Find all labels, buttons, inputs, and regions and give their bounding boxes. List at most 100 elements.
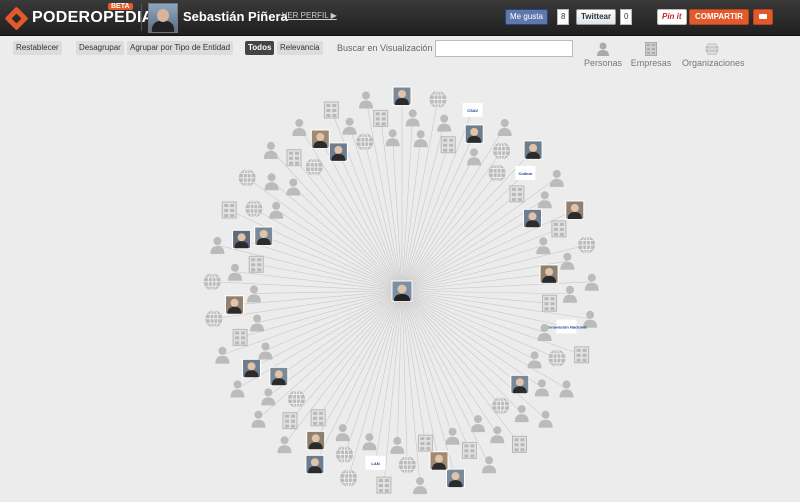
poderopedia-logo[interactable]: PODEROPEDIA BETA xyxy=(4,3,154,31)
network-node-person[interactable] xyxy=(537,191,552,209)
network-node-globe[interactable] xyxy=(488,164,506,182)
network-node-person[interactable] xyxy=(490,426,505,444)
network-node-person[interactable] xyxy=(335,424,350,442)
network-node-person[interactable] xyxy=(264,173,279,191)
network-node-person[interactable] xyxy=(534,379,549,397)
network-node-globe[interactable] xyxy=(492,396,510,415)
network-node-photo[interactable] xyxy=(269,366,289,386)
network-node-building[interactable] xyxy=(542,294,557,312)
network-node-globe[interactable] xyxy=(205,309,223,328)
network-node-globe[interactable] xyxy=(340,469,357,488)
network-node-person[interactable] xyxy=(471,415,485,433)
network-node-globe[interactable] xyxy=(336,445,353,464)
center-node[interactable] xyxy=(391,280,413,302)
network-node-person[interactable] xyxy=(247,285,261,303)
network-node-person[interactable] xyxy=(362,433,377,451)
group-by-type-button[interactable]: Agrupar por Tipo de Entidad xyxy=(127,41,234,55)
view-profile-link[interactable]: VER PERFIL ▶ xyxy=(282,11,337,20)
network-node-person[interactable] xyxy=(263,141,278,159)
network-node-globe[interactable] xyxy=(578,236,596,254)
network-node-photo[interactable] xyxy=(523,208,542,228)
center-node-photo[interactable] xyxy=(391,280,413,302)
network-node-building[interactable] xyxy=(232,328,248,346)
network-node-globe[interactable] xyxy=(245,199,263,218)
network-node-photo[interactable] xyxy=(232,229,252,249)
network-node-photo[interactable] xyxy=(310,129,330,149)
network-node-photo[interactable] xyxy=(305,454,325,474)
network-node-building[interactable] xyxy=(221,201,237,219)
network-node-person[interactable] xyxy=(390,436,405,454)
network-node-person[interactable] xyxy=(286,178,301,196)
network-node-photo[interactable] xyxy=(429,451,449,471)
network-node-person[interactable] xyxy=(215,346,230,364)
network-node-person[interactable] xyxy=(251,410,266,428)
network-node-person[interactable] xyxy=(269,201,284,219)
network-node-photo[interactable] xyxy=(510,374,530,394)
network-node-person[interactable] xyxy=(261,388,276,406)
network-node-person[interactable] xyxy=(258,342,273,360)
network-node-globe[interactable] xyxy=(203,272,221,291)
share-button[interactable]: COMPARTIR xyxy=(689,9,749,25)
network-node-building[interactable] xyxy=(286,149,302,167)
network-node-globe[interactable] xyxy=(305,158,323,176)
network-node-person[interactable] xyxy=(482,456,497,474)
network-node-photo[interactable] xyxy=(523,140,543,160)
network-node-building[interactable] xyxy=(376,476,392,494)
network-node-building[interactable] xyxy=(417,434,433,452)
network-node-building[interactable] xyxy=(512,435,527,453)
network-node-person[interactable] xyxy=(559,380,574,398)
network-visualization[interactable]: CSAV Colbún Renovación Nacional LAN xyxy=(0,66,800,502)
network-node-person[interactable] xyxy=(277,436,292,454)
network-node-globe[interactable] xyxy=(548,349,566,368)
network-node-globe[interactable] xyxy=(429,90,447,109)
network-node-globe[interactable] xyxy=(493,141,511,160)
network-node-building[interactable] xyxy=(509,185,525,203)
reset-button[interactable]: Restablecer xyxy=(13,41,62,55)
network-node-globe[interactable] xyxy=(398,455,416,474)
network-node-person[interactable] xyxy=(445,427,460,445)
filter-organizations[interactable]: Organizaciones xyxy=(682,42,745,68)
network-node-building[interactable] xyxy=(461,441,477,459)
network-node-photo[interactable] xyxy=(225,295,244,315)
network-node-globe[interactable] xyxy=(356,132,374,151)
network-node-photo[interactable] xyxy=(446,468,465,488)
network-node-globe[interactable] xyxy=(288,390,305,408)
ungroup-button[interactable]: Desagrupar xyxy=(76,41,124,55)
network-node-photo[interactable] xyxy=(242,358,261,378)
network-node-photo[interactable] xyxy=(565,200,585,220)
network-node-person[interactable] xyxy=(413,477,428,495)
network-node-building[interactable] xyxy=(574,346,590,364)
network-node-photo[interactable] xyxy=(464,124,484,144)
network-node-photo[interactable] xyxy=(254,226,274,246)
network-node-person[interactable] xyxy=(527,351,542,369)
network-node-building[interactable] xyxy=(551,220,567,238)
network-node-photo[interactable] xyxy=(539,264,559,284)
network-node-person[interactable] xyxy=(210,237,225,254)
network-node-person[interactable] xyxy=(250,314,265,332)
network-node-person[interactable] xyxy=(560,252,575,270)
twitter-tweet-button[interactable]: Twittear xyxy=(576,9,617,25)
network-node-person[interactable] xyxy=(536,237,551,255)
network-node-building[interactable] xyxy=(323,101,339,119)
network-node-person[interactable] xyxy=(563,285,577,303)
network-node-photo[interactable] xyxy=(392,86,412,106)
network-node-globe[interactable] xyxy=(238,168,256,187)
network-node-person[interactable] xyxy=(549,169,564,187)
facebook-like-button[interactable]: Me gusta xyxy=(505,9,548,25)
network-node-person[interactable] xyxy=(538,410,553,428)
network-node-logo-text[interactable]: CSAV xyxy=(462,103,483,117)
filter-companies[interactable]: Empresas xyxy=(621,42,681,68)
pinterest-button[interactable]: Pin it xyxy=(657,9,687,25)
search-input[interactable] xyxy=(435,40,573,57)
network-node-building[interactable] xyxy=(373,109,389,127)
network-node-photo[interactable] xyxy=(328,142,348,162)
network-node-logo-text[interactable]: Renovación Nacional xyxy=(546,319,587,334)
network-node-logo-text[interactable]: Colbún xyxy=(515,165,536,180)
network-node-building[interactable] xyxy=(282,412,298,430)
printer-icon[interactable] xyxy=(753,9,773,25)
network-node-building[interactable] xyxy=(248,255,264,273)
network-node-building[interactable] xyxy=(310,409,326,427)
relevance-button[interactable]: Relevancia xyxy=(277,41,323,55)
all-filter-button[interactable]: Todos xyxy=(245,41,275,55)
network-node-photo[interactable] xyxy=(306,430,326,450)
